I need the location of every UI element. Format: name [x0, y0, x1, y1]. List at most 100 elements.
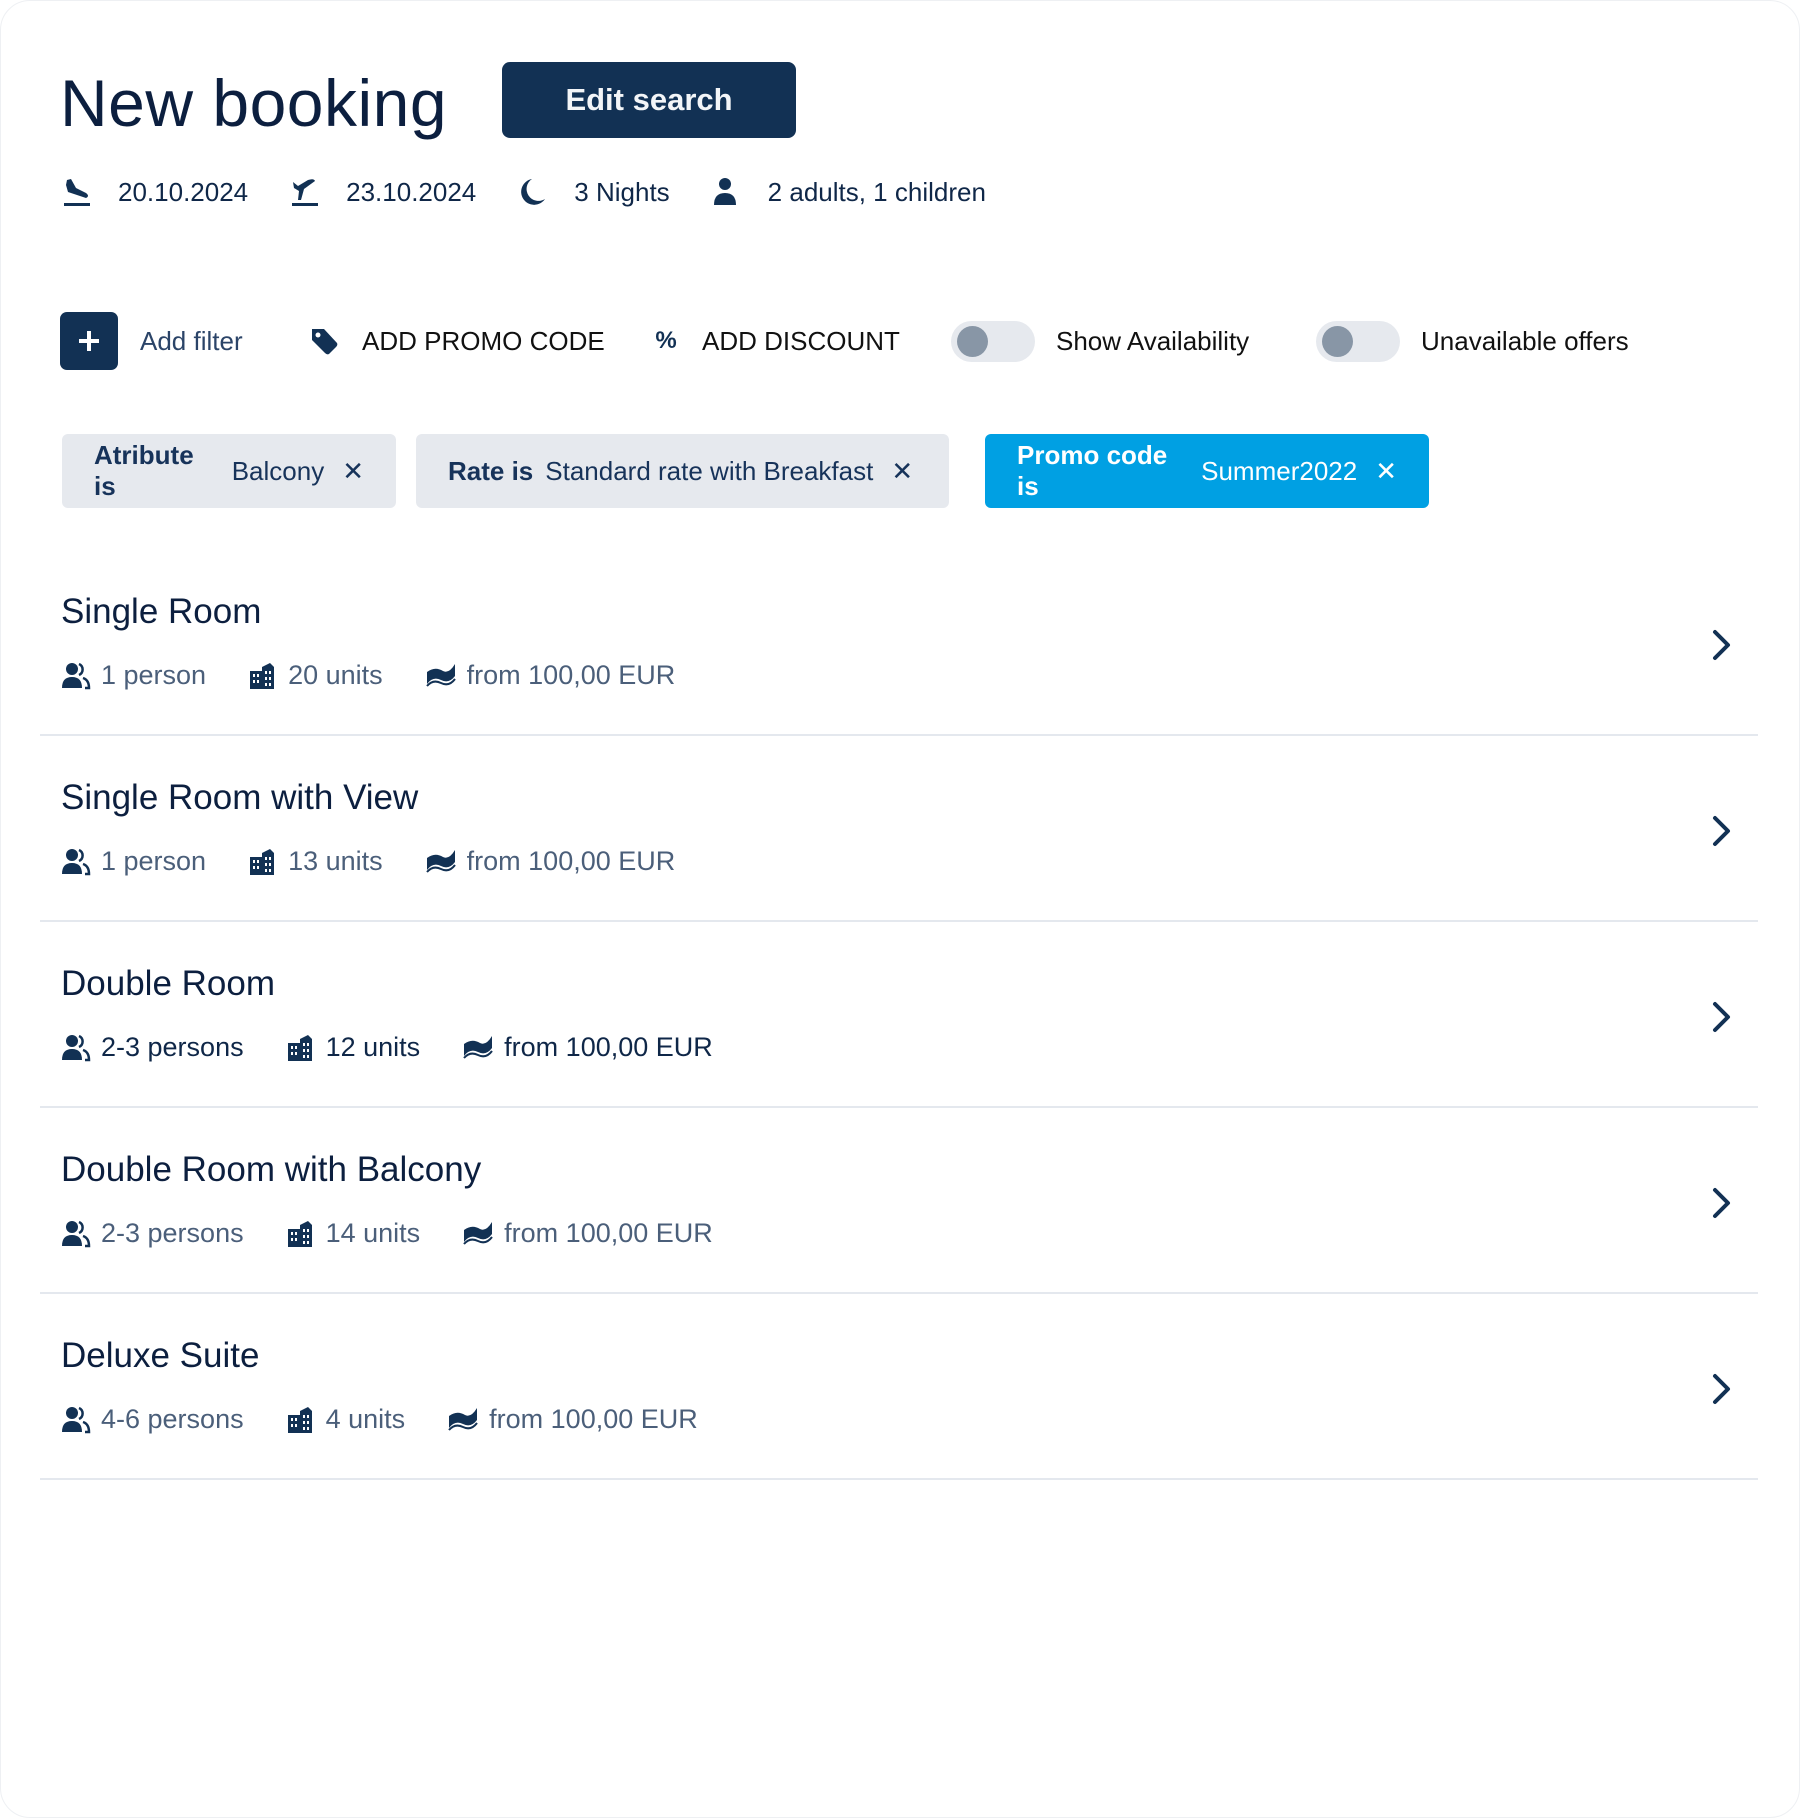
filter-chip-value: Summer2022: [1201, 455, 1358, 486]
room-capacity-text: 4-6 persons: [101, 1404, 244, 1434]
toggle-knob: [1322, 326, 1353, 357]
room-price-text: from 100,00 EUR: [504, 1218, 713, 1248]
room-capacity: 2-3 persons: [61, 1032, 244, 1063]
chevron-right-icon[interactable]: [1710, 1372, 1734, 1406]
chevron-right-icon[interactable]: [1710, 628, 1734, 662]
people-icon: [61, 847, 93, 877]
room-units-text: 14 units: [325, 1218, 421, 1248]
room-capacity-text: 1 person: [101, 846, 207, 876]
room-row[interactable]: Single Room 1 person 20 units from 100,0…: [40, 550, 1758, 736]
add-filter-button[interactable]: [60, 312, 118, 370]
tag-icon: [308, 326, 340, 356]
filter-chip-promo-code[interactable]: Promo code is Summer2022 ✕: [985, 434, 1429, 508]
building-icon: [286, 1219, 318, 1249]
close-icon[interactable]: ✕: [891, 456, 913, 487]
building-icon: [286, 1405, 318, 1435]
room-units-text: 12 units: [325, 1032, 421, 1062]
add-discount-button[interactable]: ADD DISCOUNT: [702, 326, 900, 356]
room-capacity: 4-6 persons: [61, 1404, 244, 1435]
room-price: from 100,00 EUR: [462, 1032, 713, 1063]
filter-chip-key: Rate is: [448, 455, 534, 486]
room-price-text: from 100,00 EUR: [489, 1404, 698, 1434]
money-icon: [447, 1405, 481, 1435]
filter-chip-attribute[interactable]: Atribute is Balcony ✕: [62, 434, 396, 508]
plane-landing-icon: [62, 176, 102, 208]
filter-chip-value: Standard rate with Breakfast: [545, 455, 874, 486]
close-icon[interactable]: ✕: [342, 456, 364, 487]
room-capacity-text: 2-3 persons: [101, 1032, 244, 1062]
percent-icon: %: [655, 327, 677, 354]
plus-icon: [79, 331, 99, 351]
room-capacity-text: 1 person: [101, 660, 207, 690]
money-icon: [462, 1033, 496, 1063]
person-icon: [712, 176, 752, 208]
toggle-knob: [957, 326, 988, 357]
edit-search-button[interactable]: Edit search: [502, 62, 796, 138]
close-icon[interactable]: ✕: [1375, 456, 1397, 487]
chevron-right-icon[interactable]: [1710, 1000, 1734, 1034]
room-units-text: 4 units: [325, 1404, 406, 1434]
room-meta: 2-3 persons 12 units from 100,00 EUR: [61, 1032, 755, 1063]
chevron-right-icon[interactable]: [1710, 814, 1734, 848]
unavailable-offers-toggle[interactable]: [1316, 321, 1400, 362]
nights: 3 Nights: [518, 176, 670, 208]
room-row[interactable]: Double Room with Balcony 2-3 persons 14 …: [40, 1108, 1758, 1294]
room-capacity: 1 person: [61, 660, 206, 691]
unavailable-offers-label: Unavailable offers: [1421, 326, 1629, 356]
people-icon: [61, 661, 93, 691]
chevron-right-icon[interactable]: [1710, 1186, 1734, 1220]
money-icon: [462, 1219, 496, 1249]
room-units-text: 13 units: [288, 846, 383, 876]
room-units: 4 units: [286, 1404, 406, 1435]
departure-date-text: 23.10.2024: [346, 176, 477, 207]
room-units-text: 20 units: [288, 660, 383, 690]
room-capacity-text: 2-3 persons: [101, 1218, 244, 1248]
room-price-text: from 100,00 EUR: [504, 1032, 713, 1062]
nights-text: 3 Nights: [574, 176, 670, 207]
room-name: Single Room with View: [61, 778, 419, 817]
filter-toolbar: Add filter ADD PROMO CODE % ADD DISCOUNT…: [60, 312, 1760, 370]
money-icon: [425, 847, 459, 877]
room-meta: 1 person 13 units from 100,00 EUR: [61, 846, 717, 877]
building-icon: [248, 847, 280, 877]
room-price: from 100,00 EUR: [462, 1218, 713, 1249]
filter-chip-rate[interactable]: Rate is Standard rate with Breakfast ✕: [416, 434, 949, 508]
room-name: Double Room with Balcony: [61, 1150, 482, 1189]
guests-text: 2 adults, 1 children: [767, 176, 986, 207]
room-units: 12 units: [286, 1032, 421, 1063]
building-icon: [248, 661, 280, 691]
moon-icon: [518, 176, 558, 208]
room-row[interactable]: Deluxe Suite 4-6 persons 4 units from 10…: [40, 1294, 1758, 1480]
filter-chip-key: Promo code is: [1017, 440, 1168, 501]
room-price: from 100,00 EUR: [425, 660, 676, 691]
add-promo-code-button[interactable]: ADD PROMO CODE: [362, 326, 605, 356]
room-units: 13 units: [248, 846, 383, 877]
add-filter-label[interactable]: Add filter: [140, 326, 243, 356]
room-units: 14 units: [286, 1218, 421, 1249]
people-icon: [61, 1219, 93, 1249]
room-row[interactable]: Double Room 2-3 persons 12 units from 10…: [40, 922, 1758, 1108]
room-capacity: 2-3 persons: [61, 1218, 244, 1249]
room-price-text: from 100,00 EUR: [466, 846, 676, 876]
room-meta: 2-3 persons 14 units from 100,00 EUR: [61, 1218, 755, 1249]
room-name: Double Room: [61, 964, 275, 1003]
people-icon: [61, 1405, 93, 1435]
filter-chip-value: Balcony: [231, 455, 325, 486]
room-units: 20 units: [248, 660, 383, 691]
show-availability-toggle[interactable]: [951, 321, 1035, 362]
building-icon: [286, 1033, 318, 1063]
filter-chip-key: Atribute is: [94, 440, 194, 501]
departure-date: 23.10.2024: [290, 176, 476, 208]
room-row[interactable]: Single Room with View 1 person 13 units …: [40, 736, 1758, 922]
money-icon: [425, 661, 459, 691]
arrival-date-text: 20.10.2024: [118, 176, 249, 207]
booking-summary: 20.10.2024 23.10.2024 3 Nights 2 adults,…: [62, 172, 1028, 212]
room-price-text: from 100,00 EUR: [466, 660, 676, 690]
page-title: New booking: [60, 66, 448, 140]
plane-departure-icon: [290, 176, 330, 208]
room-name: Deluxe Suite: [61, 1336, 260, 1375]
arrival-date: 20.10.2024: [62, 176, 248, 208]
room-name: Single Room: [61, 592, 262, 631]
room-list: Single Room 1 person 20 units from 100,0…: [40, 550, 1758, 1480]
room-price: from 100,00 EUR: [425, 846, 676, 877]
